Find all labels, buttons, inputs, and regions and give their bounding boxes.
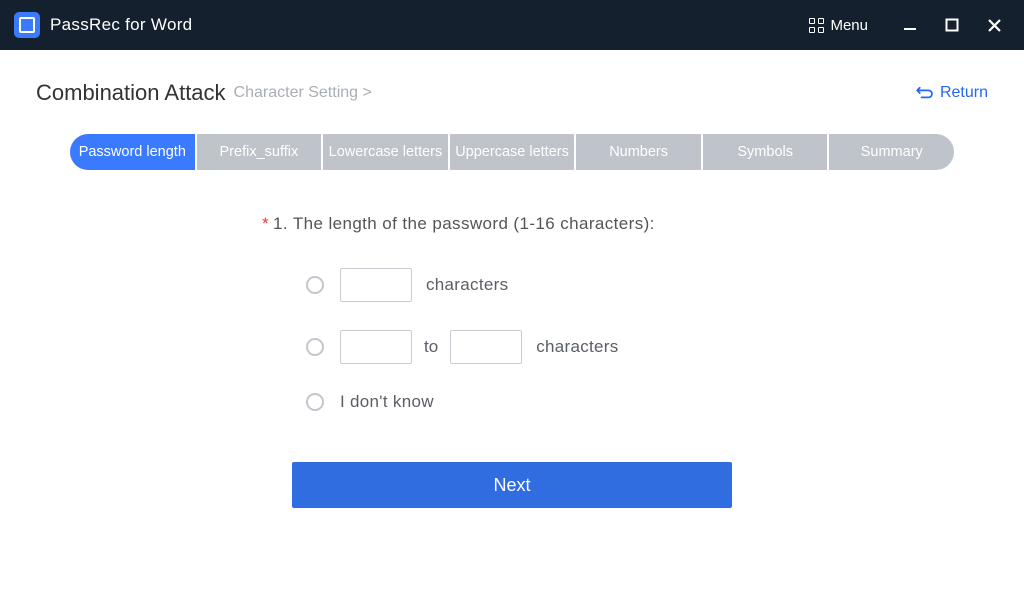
dont-know-label: I don't know — [340, 392, 434, 412]
tab-uppercase[interactable]: Uppercase letters — [450, 134, 577, 170]
range-to-label: to — [424, 337, 438, 357]
return-label: Return — [940, 84, 988, 102]
tab-summary[interactable]: Summary — [829, 134, 954, 170]
input-exact-length[interactable] — [340, 268, 412, 302]
window-controls — [900, 15, 1004, 35]
option-exact-length: characters — [306, 268, 762, 302]
question-label: *1. The length of the password (1-16 cha… — [262, 214, 762, 234]
tab-prefix-suffix[interactable]: Prefix_suffix — [197, 134, 324, 170]
radio-exact[interactable] — [306, 276, 324, 294]
option-exact-suffix: characters — [426, 275, 508, 295]
page-header: Combination Attack Character Setting > R… — [36, 80, 988, 106]
input-range-to[interactable] — [450, 330, 522, 364]
return-icon — [916, 86, 934, 100]
menu-grid-icon — [809, 18, 824, 33]
tab-lowercase[interactable]: Lowercase letters — [323, 134, 450, 170]
menu-label: Menu — [830, 17, 868, 34]
next-button[interactable]: Next — [292, 462, 732, 508]
page-title: Combination Attack — [36, 80, 226, 106]
form-area: *1. The length of the password (1-16 cha… — [262, 214, 762, 412]
return-button[interactable]: Return — [916, 84, 988, 102]
menu-button[interactable]: Menu — [799, 11, 878, 40]
app-icon — [14, 12, 40, 38]
content-area: Combination Attack Character Setting > R… — [0, 50, 1024, 528]
minimize-button[interactable] — [900, 15, 920, 35]
option-dont-know: I don't know — [306, 392, 762, 412]
radio-dont-know[interactable] — [306, 393, 324, 411]
tab-numbers[interactable]: Numbers — [576, 134, 703, 170]
tab-symbols[interactable]: Symbols — [703, 134, 830, 170]
input-range-from[interactable] — [340, 330, 412, 364]
radio-range[interactable] — [306, 338, 324, 356]
breadcrumb[interactable]: Character Setting > — [234, 84, 372, 102]
option-range-length: to characters — [306, 330, 762, 364]
app-title: PassRec for Word — [50, 15, 192, 35]
maximize-button[interactable] — [942, 15, 962, 35]
tab-password-length[interactable]: Password length — [70, 134, 197, 170]
titlebar: PassRec for Word Menu — [0, 0, 1024, 50]
step-tabs: Password length Prefix_suffix Lowercase … — [70, 134, 954, 170]
close-button[interactable] — [984, 15, 1004, 35]
option-range-suffix: characters — [536, 337, 618, 357]
required-star-icon: * — [262, 214, 269, 233]
